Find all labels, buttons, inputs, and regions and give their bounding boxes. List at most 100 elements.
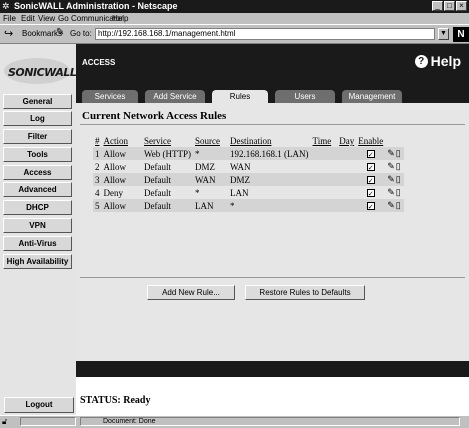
col-service[interactable]: Service <box>142 135 193 147</box>
rule-day <box>337 147 357 160</box>
menu-file[interactable]: File <box>3 14 16 23</box>
tab-rules[interactable]: Rules <box>212 90 268 103</box>
main-panel: ACCESS ? Help Services Add Service Rules … <box>76 44 469 415</box>
nav-general[interactable]: General <box>3 94 72 109</box>
rule-source: DMZ <box>195 161 216 172</box>
rule-destination: * <box>228 199 311 212</box>
maximize-button[interactable]: □ <box>444 1 455 11</box>
location-toolbar: ↪ Bookmarks ✎ Go to: http://192.168.168.… <box>0 24 469 44</box>
rule-source: * <box>195 187 200 198</box>
table-header-row: # Action Service Source Destination Time… <box>93 135 404 147</box>
col-time[interactable]: Time <box>311 135 338 147</box>
col-action[interactable]: Action <box>102 135 143 147</box>
tab-services[interactable]: Services <box>82 90 138 103</box>
menu-go[interactable]: Go <box>58 14 69 23</box>
rule-time <box>310 147 338 160</box>
rule-service: Default <box>144 161 171 172</box>
help-label: Help <box>430 53 461 69</box>
rule-source: * <box>193 147 229 160</box>
table-row: 3 Allow Default WAN DMZ ✓ ✎▯ <box>93 173 404 186</box>
enable-checkbox[interactable]: ✓ <box>366 201 375 211</box>
edit-icon[interactable]: ✎ <box>387 200 396 210</box>
edit-icon[interactable]: ✎ <box>387 161 396 171</box>
col-number[interactable]: # <box>93 135 102 147</box>
col-enable[interactable]: Enable <box>356 135 385 147</box>
rule-day <box>337 173 357 186</box>
rule-destination: WAN <box>230 161 251 172</box>
page-title: Current Network Access Rules <box>82 110 227 122</box>
tab-add-service[interactable]: Add Service <box>145 90 205 103</box>
enable-checkbox[interactable]: ✓ <box>366 188 375 198</box>
rule-day <box>337 186 356 199</box>
enable-checkbox[interactable]: ✓ <box>366 149 375 159</box>
rule-action: Allow <box>101 199 142 212</box>
edit-icon[interactable]: ✎ <box>387 174 396 184</box>
trash-icon[interactable]: ▯ <box>396 200 402 210</box>
nav-filter[interactable]: Filter <box>3 129 72 144</box>
rule-service: Default <box>142 173 194 186</box>
rule-source: LAN <box>193 199 229 212</box>
menu-edit[interactable]: Edit <box>21 14 35 23</box>
status-value: Ready <box>123 395 151 406</box>
col-source[interactable]: Source <box>193 135 228 147</box>
tab-management[interactable]: Management <box>342 90 402 103</box>
enable-checkbox[interactable]: ✓ <box>366 162 375 172</box>
url-dropdown-button[interactable]: ▼ <box>438 28 449 40</box>
rule-action: Allow <box>103 161 127 172</box>
logout-button[interactable]: Logout <box>4 397 74 413</box>
restore-defaults-button[interactable]: Restore Rules to Defaults <box>245 285 365 300</box>
rule-action: Allow <box>101 147 142 160</box>
help-button[interactable]: ? Help <box>414 53 461 69</box>
rule-action: Allow <box>101 173 142 186</box>
rule-action: Deny <box>103 187 124 198</box>
rule-time <box>311 186 338 199</box>
nav-tools[interactable]: Tools <box>3 147 72 162</box>
bookmarks-icon[interactable]: ↪ <box>4 27 13 40</box>
nav-dhcp[interactable]: DHCP <box>3 200 72 215</box>
trash-icon[interactable]: ▯ <box>396 161 402 171</box>
trash-icon[interactable]: ▯ <box>396 174 402 184</box>
rules-table: # Action Service Source Destination Time… <box>93 135 404 212</box>
add-new-rule-button[interactable]: Add New Rule... <box>147 285 235 300</box>
nav-high-availability[interactable]: High Availability <box>3 254 72 269</box>
rule-number: 5 <box>93 199 102 212</box>
col-day[interactable]: Day <box>337 135 356 147</box>
netscape-logo: N <box>453 27 469 42</box>
rule-number: 3 <box>93 173 102 186</box>
browser-status-bar: 🔓︎ Document: Done <box>0 415 469 428</box>
nav-access[interactable]: Access <box>3 165 72 180</box>
table-row: 4 Deny Default * LAN ✓ ✎▯ <box>93 186 404 199</box>
edit-icon[interactable]: ✎ <box>387 148 396 158</box>
sonicwall-logo: SONICWALL <box>8 66 77 79</box>
rule-number: 4 <box>95 187 100 198</box>
rule-number: 1 <box>93 147 102 160</box>
rule-time <box>311 160 338 173</box>
nav-advanced[interactable]: Advanced <box>3 182 72 197</box>
trash-icon[interactable]: ▯ <box>396 187 402 197</box>
table-row: 5 Allow Default LAN * ✓ ✎▯ <box>93 199 404 212</box>
edit-icon[interactable]: ✎ <box>387 187 396 197</box>
tab-users[interactable]: Users <box>275 90 335 103</box>
close-button[interactable]: × <box>456 1 467 11</box>
enable-checkbox[interactable]: ✓ <box>366 175 375 185</box>
location-icon: ✎ <box>56 27 65 38</box>
menu-view[interactable]: View <box>38 14 55 23</box>
menu-help[interactable]: Help <box>112 14 128 23</box>
menu-bar: File Edit View Go Communicator Help <box>0 13 469 24</box>
rules-content: Current Network Access Rules # Action Se… <box>76 103 469 361</box>
nav-log[interactable]: Log <box>3 111 72 126</box>
nav-vpn[interactable]: VPN <box>3 218 72 233</box>
window-titlebar: ✲ SonicWALL Administration - Netscape _ … <box>0 0 469 13</box>
table-row: 1 Allow Web (HTTP) * 192.168.168.1 (LAN)… <box>93 147 404 160</box>
trash-icon[interactable]: ▯ <box>396 148 402 158</box>
security-lock-icon[interactable]: 🔓︎ <box>2 417 7 427</box>
rule-time <box>310 173 338 186</box>
col-destination[interactable]: Destination <box>228 135 311 147</box>
minimize-button[interactable]: _ <box>432 1 443 11</box>
status-line: STATUS: Ready <box>80 395 151 406</box>
nav-anti-virus[interactable]: Anti-Virus <box>3 236 72 251</box>
progress-bar <box>20 417 76 426</box>
goto-label: Go to: <box>70 29 92 38</box>
window-title: SonicWALL Administration - Netscape <box>14 1 178 11</box>
url-input[interactable]: http://192.168.168.1/management.html <box>95 28 435 40</box>
